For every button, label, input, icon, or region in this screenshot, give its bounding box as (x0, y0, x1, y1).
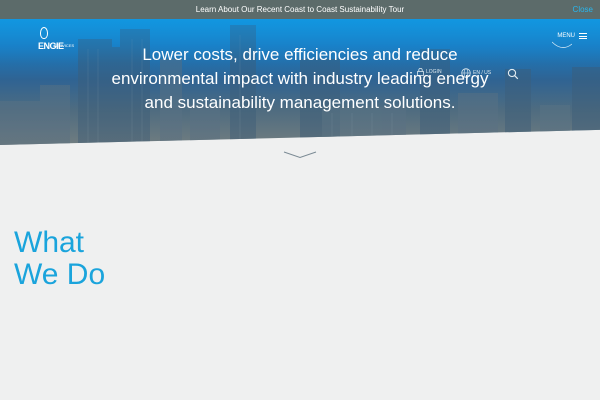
section-title-line2: We Do (14, 258, 106, 291)
announcement-close-button[interactable]: Close (573, 5, 593, 14)
menu-swoosh-icon (552, 41, 572, 48)
announcement-bar: Learn About Our Recent Coast to Coast Su… (0, 0, 600, 19)
menu-label: MENU (557, 33, 575, 39)
logo-subtext: SERVICES (54, 43, 75, 48)
engie-logo[interactable]: ENGIE SERVICES (38, 27, 74, 59)
logo-mark-icon (40, 27, 48, 39)
chevron-down-icon[interactable] (283, 151, 317, 159)
hero-headline: Lower costs, drive efficiencies and redu… (111, 45, 489, 112)
menu-button[interactable]: MENU (557, 33, 587, 39)
hamburger-icon (579, 33, 587, 39)
section-title-line1: What (14, 226, 85, 259)
search-icon[interactable] (507, 68, 519, 80)
section-title: What We Do (14, 227, 105, 291)
announcement-link[interactable]: Learn About Our Recent Coast to Coast Su… (196, 5, 404, 14)
